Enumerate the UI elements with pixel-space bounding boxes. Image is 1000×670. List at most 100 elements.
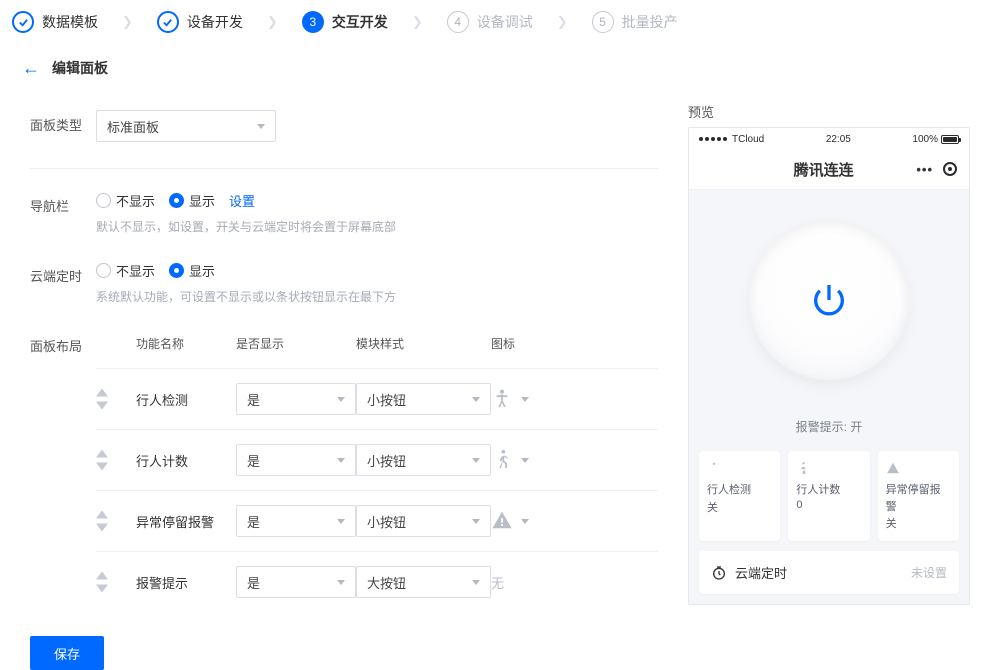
step-3-current[interactable]: 3 交互开发 xyxy=(302,11,388,33)
target-icon[interactable] xyxy=(943,162,957,176)
row-show-select[interactable]: 是 xyxy=(236,383,356,415)
radio-label: 显示 xyxy=(189,191,215,210)
chevron-down-icon xyxy=(521,519,529,524)
row-show-select[interactable]: 是 xyxy=(236,444,356,476)
card-value: 关 xyxy=(886,515,951,531)
radio-icon xyxy=(169,263,184,278)
step-label: 数据模板 xyxy=(42,12,98,32)
step-label: 交互开发 xyxy=(332,12,388,32)
more-icon[interactable]: ••• xyxy=(916,162,933,177)
page-header: ← 编辑面板 xyxy=(0,44,1000,92)
phone-preview: TCloud 22:05 100% 腾讯连连 ••• xyxy=(688,127,970,605)
card-title: 行人计数 xyxy=(796,482,861,499)
row-icon-select: 无 xyxy=(491,573,571,592)
layout-table-row: 异常停留报警 是 小按钮 xyxy=(96,490,658,551)
step-number: 4 xyxy=(447,11,469,33)
layout-table-row: 报警提示 是 大按钮 无 xyxy=(96,551,658,612)
step-label: 批量投产 xyxy=(622,12,678,32)
sort-handle[interactable] xyxy=(96,510,136,532)
row-icon-select[interactable] xyxy=(491,509,571,534)
navbar-row: 导航栏 不显示 显示 设置 默认不显示，如设置，开关与云端定时将会置于屏幕底部 xyxy=(30,191,658,235)
radio-label: 不显示 xyxy=(116,191,155,210)
radio-label: 不显示 xyxy=(116,261,155,280)
radio-icon xyxy=(96,193,111,208)
alarm-status-text: 报警提示: 开 xyxy=(689,418,969,435)
status-time: 22:05 xyxy=(826,134,851,145)
chevron-down-icon xyxy=(337,580,345,585)
panel-layout-label: 面板布局 xyxy=(30,331,96,355)
check-icon xyxy=(12,11,34,33)
card-value: 0 xyxy=(796,499,861,511)
cloud-radio-show[interactable]: 显示 xyxy=(169,261,215,280)
card-abnormal-stay[interactable]: 异常停留报警 关 xyxy=(878,451,959,541)
row-name: 行人检测 xyxy=(136,390,236,409)
navbar-settings-link[interactable]: 设置 xyxy=(229,191,255,210)
chevron-down-icon xyxy=(472,519,480,524)
card-value: 关 xyxy=(707,499,772,515)
chevron-right-icon: ❯ xyxy=(557,14,568,30)
app-title: 腾讯连连 xyxy=(731,159,916,180)
check-icon xyxy=(157,11,179,33)
step-1[interactable]: 数据模板 xyxy=(12,11,98,33)
panel-type-label: 面板类型 xyxy=(30,110,96,134)
panel-type-value: 标准面板 xyxy=(107,117,159,136)
navbar-radio-show[interactable]: 显示 xyxy=(169,191,215,210)
power-button[interactable] xyxy=(749,220,909,380)
chevron-down-icon xyxy=(337,397,345,402)
layout-table-row: 行人检测 是 小按钮 xyxy=(96,368,658,429)
card-title: 行人检测 xyxy=(707,482,772,499)
row-show-select[interactable]: 是 xyxy=(236,566,356,598)
preview-title: 预览 xyxy=(688,102,970,121)
step-2[interactable]: 设备开发 xyxy=(157,11,243,33)
step-5[interactable]: 5 批量投产 xyxy=(592,11,678,33)
row-style-value: 小按钮 xyxy=(367,390,406,409)
row-name: 行人计数 xyxy=(136,451,236,470)
cloud-timer-card[interactable]: 云端定时 未设置 xyxy=(699,551,959,594)
signal-icon xyxy=(699,137,727,141)
card-pedestrian-detection[interactable]: 行人检测 关 xyxy=(699,451,780,541)
card-title: 异常停留报警 xyxy=(886,482,951,515)
card-pedestrian-count[interactable]: 行人计数 0 xyxy=(788,451,869,541)
person-icon xyxy=(491,387,513,412)
cloud-timer-row: 云端定时 不显示 显示 系统默认功能，可设置不显示或以条状按钮显示在最下方 xyxy=(30,261,658,305)
row-style-value: 小按钮 xyxy=(367,451,406,470)
panel-type-select[interactable]: 标准面板 xyxy=(96,110,276,142)
chevron-right-icon: ❯ xyxy=(267,14,278,30)
chevron-right-icon: ❯ xyxy=(412,14,423,30)
sort-handle[interactable] xyxy=(96,388,136,410)
carrier-label: TCloud xyxy=(732,134,764,145)
back-arrow-icon[interactable]: ← xyxy=(22,59,40,77)
chevron-right-icon: ❯ xyxy=(122,14,133,30)
cloud-timer-label: 云端定时 xyxy=(30,261,96,285)
person-icon xyxy=(707,461,772,478)
step-label: 设备开发 xyxy=(187,12,243,32)
battery-icon xyxy=(941,135,959,144)
row-name: 异常停留报警 xyxy=(136,512,236,531)
row-name: 报警提示 xyxy=(136,573,236,592)
radio-icon xyxy=(96,263,111,278)
navbar-radio-hide[interactable]: 不显示 xyxy=(96,191,155,210)
col-header-show: 是否显示 xyxy=(236,335,356,352)
radio-label: 显示 xyxy=(189,261,215,280)
step-4[interactable]: 4 设备调试 xyxy=(447,11,533,33)
row-show-select[interactable]: 是 xyxy=(236,505,356,537)
navbar-label: 导航栏 xyxy=(30,191,96,215)
row-style-select[interactable]: 小按钮 xyxy=(356,444,491,476)
chevron-down-icon xyxy=(472,397,480,402)
row-style-select[interactable]: 小按钮 xyxy=(356,383,491,415)
walk-icon xyxy=(491,448,513,473)
row-style-select[interactable]: 小按钮 xyxy=(356,505,491,537)
sort-handle[interactable] xyxy=(96,449,136,471)
radio-icon xyxy=(169,193,184,208)
row-show-value: 是 xyxy=(247,512,260,531)
row-icon-select[interactable] xyxy=(491,448,571,473)
row-style-select[interactable]: 大按钮 xyxy=(356,566,491,598)
phone-navbar: 腾讯连连 ••• xyxy=(689,150,969,190)
page-title: 编辑面板 xyxy=(52,58,108,78)
step-label: 设备调试 xyxy=(477,12,533,32)
layout-table-row: 行人计数 是 小按钮 xyxy=(96,429,658,490)
cloud-help-text: 系统默认功能，可设置不显示或以条状按钮显示在最下方 xyxy=(96,288,396,305)
cloud-radio-hide[interactable]: 不显示 xyxy=(96,261,155,280)
sort-handle[interactable] xyxy=(96,571,136,593)
row-icon-select[interactable] xyxy=(491,387,571,412)
